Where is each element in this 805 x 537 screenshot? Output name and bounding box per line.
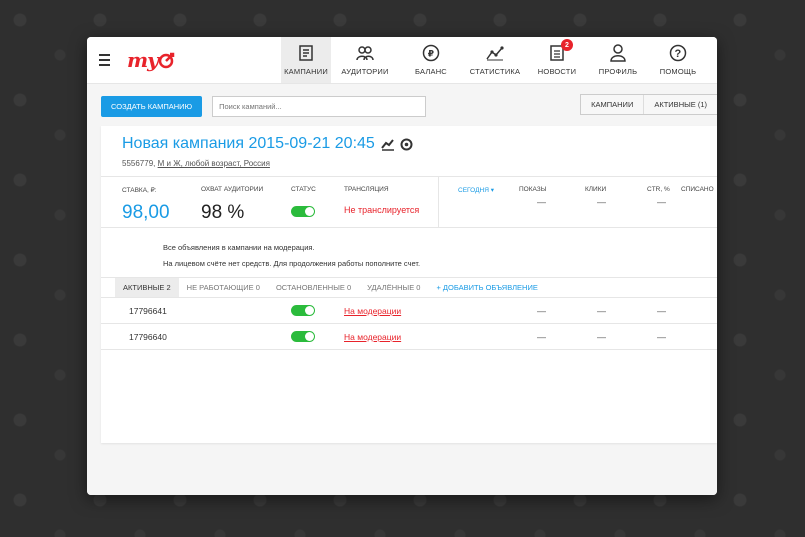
tab-not-working-ads[interactable]: НЕ РАБОТАЮЩИЕ 0 <box>179 278 268 297</box>
campaign-title[interactable]: Новая кампания 2015-09-21 20:45 <box>122 135 375 153</box>
add-ad-button[interactable]: + ДОБАВИТЬ ОБЪЯВЛЕНИЕ <box>428 278 545 297</box>
news-badge: 2 <box>561 39 573 51</box>
help-icon: ? <box>669 44 687 62</box>
ads-tabs: АКТИВНЫЕ 2 НЕ РАБОТАЮЩИЕ 0 ОСТАНОВЛЕННЫЕ… <box>101 277 717 298</box>
ad-ctr: — <box>657 306 666 316</box>
moderation-note: Все объявления в кампании на модерация. <box>163 243 315 252</box>
campaigns-icon <box>297 44 315 62</box>
ad-clicks: — <box>597 306 606 316</box>
svg-text:₽: ₽ <box>428 50 434 60</box>
profile-icon <box>609 44 627 62</box>
campaign-status-toggle[interactable] <box>291 206 315 217</box>
ad-status-toggle[interactable] <box>291 305 315 316</box>
ad-status-toggle[interactable] <box>291 331 315 342</box>
top-nav: my КАМПАНИИ АУДИТОРИИ ₽ БАЛАНС СТАТИСТИК… <box>87 37 717 84</box>
news-icon: 2 <box>548 39 573 62</box>
tab-deleted-ads[interactable]: УДАЛЁННЫЕ 0 <box>359 278 428 297</box>
ctr-label: CTR, % <box>647 186 670 193</box>
ad-id: 17796641 <box>129 306 167 316</box>
table-row[interactable]: 17796640 На модерации — — — <box>101 324 717 350</box>
app-window: my КАМПАНИИ АУДИТОРИИ ₽ БАЛАНС СТАТИСТИК… <box>87 37 717 495</box>
svg-text:?: ? <box>675 48 682 60</box>
reach-value: 98 % <box>201 202 245 223</box>
filter-active[interactable]: АКТИВНЫЕ (1) <box>643 95 717 114</box>
nav-label: ПРОФИЛЬ <box>598 67 638 76</box>
audience-icon <box>356 44 374 62</box>
ad-ctr: — <box>657 332 666 342</box>
nav-label: ПОМОЩЬ <box>659 67 697 76</box>
stats-chart-icon[interactable] <box>381 137 395 151</box>
rate-value[interactable]: 98,00 <box>122 202 170 224</box>
impressions-label: ПОКАЗЫ <box>519 186 547 193</box>
logo-target-icon <box>158 52 175 69</box>
campaign-filter: КАМПАНИИ АКТИВНЫЕ (1) <box>580 94 717 115</box>
main-nav: КАМПАНИИ АУДИТОРИИ ₽ БАЛАНС СТАТИСТИКА 2… <box>281 37 707 83</box>
main-content: СОЗДАТЬ КАМПАНИЮ КАМПАНИИ АКТИВНЫЕ (1) Н… <box>87 84 717 495</box>
balance-note: На лицевом счёте нет средств. Для продол… <box>163 259 421 268</box>
campaign-notes: Все объявления в кампании на модерация. … <box>163 240 420 272</box>
clicks-label: КЛИКИ <box>585 186 607 193</box>
settings-gear-icon[interactable] <box>400 138 413 151</box>
campaign-id: 5556779, <box>122 159 156 168</box>
impressions-value: — <box>537 197 546 207</box>
campaign-targeting-link[interactable]: М и Ж, любой возраст, Россия <box>158 159 270 168</box>
rate-label: СТАВКА, ₽: <box>122 187 157 194</box>
ad-status-link[interactable]: На модерации <box>344 332 401 342</box>
nav-item-help[interactable]: ? ПОМОЩЬ <box>649 37 707 83</box>
campaign-toolbar: СОЗДАТЬ КАМПАНИЮ КАМПАНИИ АКТИВНЫЕ (1) <box>101 94 717 118</box>
nav-item-news[interactable]: 2 НОВОСТИ <box>527 37 587 83</box>
ad-status-link[interactable]: На модерации <box>344 306 401 316</box>
menu-icon[interactable] <box>87 37 121 83</box>
ctr-value: — <box>657 197 666 207</box>
nav-label: НОВОСТИ <box>537 67 577 76</box>
nav-label: АУДИТОРИИ <box>341 67 389 76</box>
nav-item-profile[interactable]: ПРОФИЛЬ <box>587 37 649 83</box>
tab-stopped-ads[interactable]: ОСТАНОВЛЕННЫЕ 0 <box>268 278 359 297</box>
ad-impressions: — <box>537 332 546 342</box>
spent-label: СПИСАНО <box>681 186 714 193</box>
table-row[interactable]: 17796641 На модерации — — — <box>101 298 717 324</box>
stats-divider <box>438 177 439 227</box>
nav-item-stats[interactable]: СТАТИСТИКА <box>463 37 527 83</box>
campaign-header: Новая кампания 2015-09-21 20:45 <box>122 135 413 153</box>
reach-label: ОХВАТ АУДИТОРИИ <box>201 186 264 193</box>
nav-label: СТАТИСТИКА <box>469 67 521 76</box>
ad-clicks: — <box>597 332 606 342</box>
broadcast-value: Не транслируется <box>344 205 420 215</box>
broadcast-label: ТРАНСЛЯЦИЯ <box>344 186 389 193</box>
campaign-subtitle: 5556779, М и Ж, любой возраст, Россия <box>122 159 270 168</box>
ruble-icon: ₽ <box>422 44 440 62</box>
status-label: СТАТУС <box>291 186 316 193</box>
nav-label: БАЛАНС <box>415 67 447 76</box>
ad-impressions: — <box>537 306 546 316</box>
create-campaign-button[interactable]: СОЗДАТЬ КАМПАНИЮ <box>101 95 203 117</box>
tab-active-ads[interactable]: АКТИВНЫЕ 2 <box>115 278 179 297</box>
campaign-card: Новая кампания 2015-09-21 20:45 5556779,… <box>101 126 717 443</box>
stats-icon <box>486 44 504 62</box>
search-input[interactable] <box>212 95 427 117</box>
nav-item-campaigns[interactable]: КАМПАНИИ <box>281 37 331 83</box>
clicks-value: — <box>597 197 606 207</box>
nav-item-balance[interactable]: ₽ БАЛАНС <box>399 37 463 83</box>
ad-id: 17796640 <box>129 332 167 342</box>
logo[interactable]: my <box>121 37 281 83</box>
nav-item-audiences[interactable]: АУДИТОРИИ <box>331 37 399 83</box>
campaign-stats: СТАВКА, ₽: 98,00 ОХВАТ АУДИТОРИИ 98 % СТ… <box>101 176 717 228</box>
logo-text: my <box>127 48 159 72</box>
nav-label: КАМПАНИИ <box>284 67 328 76</box>
period-selector[interactable]: СЕГОДНЯ ▾ <box>458 186 494 194</box>
filter-campaigns[interactable]: КАМПАНИИ <box>581 95 643 114</box>
